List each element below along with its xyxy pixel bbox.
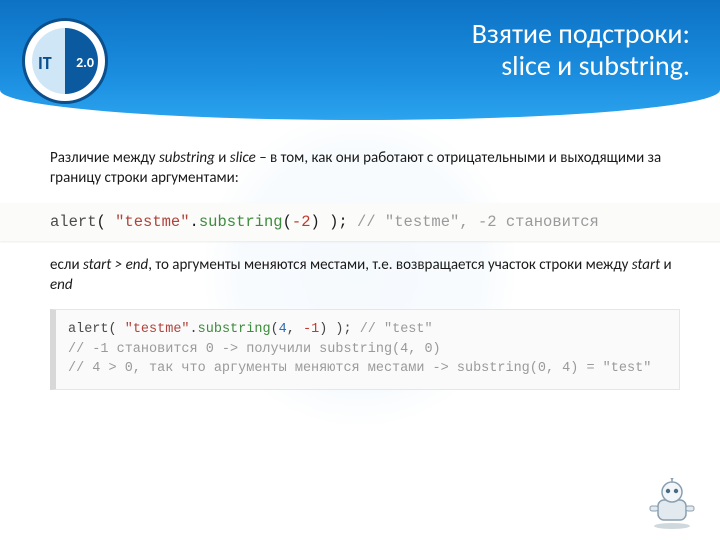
para2-em-end: end: [50, 276, 73, 294]
code2-method: substring: [198, 322, 271, 337]
title-line-2: slice и substring.: [472, 50, 690, 82]
para2-mid2: и: [660, 256, 672, 274]
code2-dot: .: [190, 322, 198, 337]
code2-comma: ,: [287, 322, 303, 337]
code1-method: substring: [199, 213, 283, 231]
code2-comment-2: // -1 становится 0 -> получили substring…: [68, 342, 441, 357]
code1-paren-open: (: [97, 213, 116, 231]
para1-pre: Различие между: [50, 149, 159, 167]
code-block-2: alert( "testme".substring(4, -1) ); // "…: [50, 309, 680, 390]
para1-em-substring: substring: [159, 149, 215, 167]
slide-title: Взятие подстроки: slice и substring.: [472, 18, 690, 82]
code1-arg-neg2: -2: [292, 213, 311, 231]
title-line-1: Взятие подстроки:: [472, 18, 690, 50]
code2-comment-3: // 4 > 0, так что аргументы меняются мес…: [68, 361, 651, 376]
it-logo: IT 2.0: [22, 18, 108, 104]
code2-string: "testme": [125, 322, 190, 337]
code1-comment: // "testme", -2 становится: [348, 213, 599, 231]
robot-mascot-icon: [640, 478, 704, 530]
robot-icon: [640, 478, 704, 530]
code1-paren-close: );: [320, 213, 348, 231]
para2-mid: , то аргументы меняются местами, т.е. во…: [148, 256, 632, 274]
para2-pre: если: [50, 256, 83, 274]
logo-text-it: IT: [38, 52, 52, 74]
code2-paren-open: (: [109, 322, 125, 337]
code1-string: "testme": [115, 213, 189, 231]
code1-args-close: ): [311, 213, 320, 231]
code2-arg-neg1: -1: [303, 322, 319, 337]
code-block-1: alert( "testme".substring(-2) ); // "tes…: [0, 203, 720, 241]
code2-paren-close: );: [327, 322, 359, 337]
code1-fn-alert: alert: [50, 213, 97, 231]
para2-em-start: start: [632, 256, 660, 274]
paragraph-intro: Различие между substring и slice – в том…: [50, 148, 680, 189]
slide-body: Различие между substring и slice – в том…: [50, 148, 680, 390]
code2-comment-1: // "test": [360, 322, 433, 337]
para2-em-cond: start > end: [83, 256, 148, 274]
code1-dot: .: [190, 213, 199, 231]
para1-mid: и: [215, 149, 230, 167]
paragraph-swap: если start > end, то аргументы меняются …: [50, 255, 680, 296]
code2-args-open: (: [271, 322, 279, 337]
code2-fn-alert: alert: [68, 322, 109, 337]
code1-args-open: (: [283, 213, 292, 231]
code2-arg-4: 4: [279, 322, 287, 337]
para1-em-slice: slice: [230, 149, 256, 167]
logo-text-version: 2.0: [76, 54, 94, 71]
